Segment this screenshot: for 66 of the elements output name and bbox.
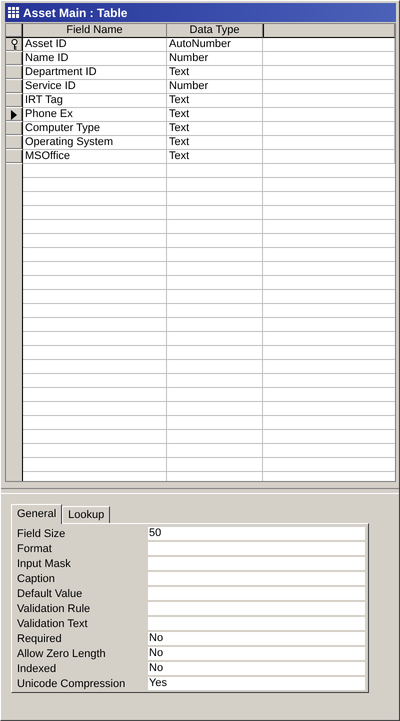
row-selector[interactable] [6, 108, 23, 122]
tab[interactable]: Lookup [62, 506, 110, 523]
table-cell[interactable]: Text [167, 108, 263, 122]
table-cell[interactable] [263, 108, 395, 122]
tab[interactable]: General [11, 504, 62, 524]
property-label: Format [17, 542, 53, 554]
property-label: Default Value [17, 588, 84, 600]
row-selector[interactable] [6, 122, 23, 136]
table-cell[interactable] [263, 52, 395, 66]
row-selector[interactable] [6, 80, 23, 94]
table-cell[interactable]: Text [167, 66, 263, 80]
row-selector[interactable] [6, 136, 23, 150]
table-cell[interactable]: Text [167, 136, 263, 150]
table-cell[interactable] [263, 150, 395, 164]
property-label: Validation Text [17, 618, 89, 630]
table-cell[interactable]: Computer Type [23, 122, 167, 136]
row-selector[interactable] [6, 66, 23, 80]
table-cell[interactable] [263, 80, 395, 94]
header-corner[interactable] [6, 24, 23, 38]
row-selector[interactable] [6, 94, 23, 108]
table-cell[interactable]: Department ID [23, 66, 167, 80]
property-field[interactable] [148, 572, 365, 585]
row-selector[interactable] [6, 52, 23, 66]
column-header[interactable]: Data Type [167, 24, 263, 38]
property-label: Required [17, 632, 63, 644]
property-field[interactable]: No [148, 647, 365, 660]
column-header[interactable] [263, 24, 395, 38]
table-cell[interactable]: Text [167, 122, 263, 136]
property-label: Field Size [17, 528, 66, 540]
property-field[interactable] [148, 557, 365, 570]
property-field[interactable] [148, 602, 365, 615]
table-cell[interactable]: Number [167, 80, 263, 94]
table-cell[interactable] [263, 136, 395, 150]
table-icon [8, 7, 19, 18]
column-header[interactable]: Field Name [23, 24, 167, 38]
table-cell[interactable]: Name ID [23, 52, 167, 66]
property-label: Indexed [17, 662, 58, 674]
table-cell[interactable]: IRT Tag [23, 94, 167, 108]
property-label: Validation Rule [17, 602, 92, 614]
property-field[interactable] [148, 587, 365, 600]
table-cell[interactable] [263, 94, 395, 108]
property-field[interactable] [148, 542, 365, 555]
property-label: Unicode Compression [17, 678, 126, 690]
property-field[interactable]: No [148, 662, 365, 675]
table-cell[interactable]: Asset ID [23, 38, 167, 52]
table-cell[interactable]: MSOffice [23, 150, 167, 164]
property-field[interactable]: Yes [148, 677, 365, 690]
property-field[interactable] [148, 617, 365, 630]
property-field[interactable]: 50 [148, 527, 365, 540]
table-cell[interactable]: AutoNumber [167, 38, 263, 52]
property-field[interactable]: No [148, 632, 365, 645]
table-cell[interactable]: Number [167, 52, 263, 66]
table-cell[interactable] [263, 38, 395, 52]
row-selector[interactable] [6, 38, 23, 52]
table-cell[interactable]: Text [167, 150, 263, 164]
window-title: Asset Main : Table [23, 6, 128, 20]
property-label: Caption [17, 572, 56, 584]
table-cell[interactable]: Phone Ex [23, 108, 167, 122]
table-cell[interactable]: Service ID [23, 80, 167, 94]
table-cell[interactable]: Text [167, 94, 263, 108]
property-label: Input Mask [17, 558, 72, 570]
table-cell[interactable] [263, 122, 395, 136]
property-label: Allow Zero Length [17, 648, 107, 660]
table-cell[interactable] [263, 66, 395, 80]
row-selector[interactable] [6, 150, 23, 164]
table-cell[interactable]: Operating System [23, 136, 167, 150]
